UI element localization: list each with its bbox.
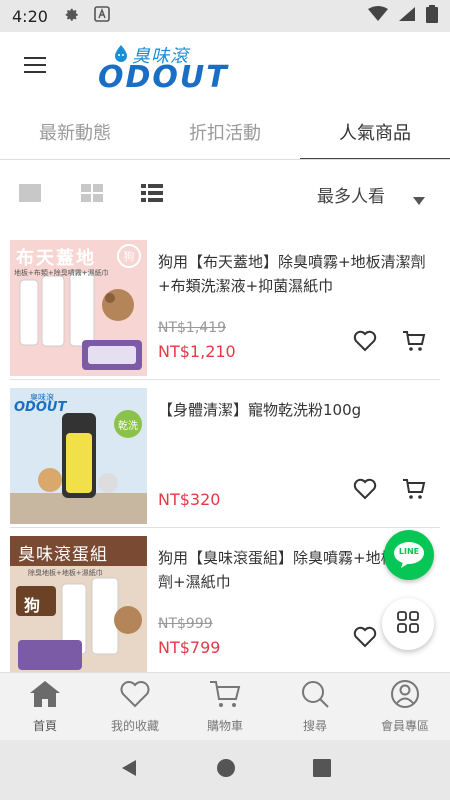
add-to-cart-button[interactable] bbox=[399, 476, 429, 506]
hamburger-icon bbox=[24, 56, 46, 78]
brand-logo[interactable]: 臭味滾 ODOUT bbox=[98, 42, 243, 95]
single-view-icon bbox=[19, 184, 41, 206]
nav-search[interactable]: 搜尋 bbox=[270, 673, 360, 740]
product-thumb-title: 臭味滾蛋組 bbox=[18, 545, 108, 565]
home-circle-icon[interactable] bbox=[216, 758, 236, 782]
user-icon bbox=[388, 679, 422, 713]
heart-icon bbox=[118, 679, 152, 713]
cart-icon bbox=[402, 330, 426, 356]
battery-icon bbox=[426, 5, 438, 27]
product-list: 布天蓋地 狗 地板+布類+除臭噴霧+濕紙巾 狗用【布天蓋地】除臭噴霧+地板清潔劑… bbox=[0, 232, 450, 672]
product-original-price: NT$1,419 bbox=[158, 320, 227, 336]
product-thumb-title: 布天蓋地 bbox=[16, 248, 96, 269]
product-thumb-subtitle: 除臭地板+地板+濕紙巾 bbox=[28, 569, 103, 577]
product-item[interactable]: 臭味滾蛋組 除臭地板+地板+濕紙巾 狗 狗用【臭味滾蛋組】除臭噴霧+地板清潔劑+… bbox=[0, 528, 450, 672]
list-view-button[interactable] bbox=[132, 175, 172, 215]
product-title[interactable]: 【身體清潔】寵物乾洗粉100g bbox=[158, 398, 433, 422]
nav-home[interactable]: 首頁 bbox=[0, 673, 90, 740]
product-thumb-logo-en: ODOUT bbox=[14, 400, 67, 415]
view-toolbar: 最多人看 bbox=[0, 172, 450, 218]
grid-view-icon bbox=[81, 184, 103, 206]
nav-cart-label: 購物車 bbox=[206, 719, 243, 733]
favorite-button[interactable] bbox=[350, 328, 380, 358]
nav-favorites-label: 我的收藏 bbox=[110, 719, 159, 733]
status-bar: 4:20 bbox=[0, 0, 450, 32]
settings-icon bbox=[62, 5, 80, 27]
nav-favorites[interactable]: 我的收藏 bbox=[90, 673, 180, 740]
nav-home-label: 首頁 bbox=[32, 719, 57, 733]
product-original-price: NT$999 bbox=[158, 616, 213, 632]
line-label: LINE bbox=[398, 547, 420, 556]
sort-dropdown[interactable]: 最多人看 bbox=[317, 182, 385, 207]
product-image[interactable]: 布天蓋地 狗 地板+布類+除臭噴霧+濕紙巾 bbox=[10, 240, 147, 376]
grid-icon bbox=[397, 611, 419, 637]
recents-icon[interactable] bbox=[313, 759, 332, 781]
cart-icon bbox=[208, 679, 242, 713]
heart-icon bbox=[353, 330, 377, 356]
favorite-button[interactable] bbox=[350, 476, 380, 506]
product-image[interactable]: 臭味滾 ODOUT 乾洗 bbox=[10, 388, 147, 524]
line-chat-button[interactable]: LINE bbox=[384, 530, 434, 580]
nav-search-label: 搜尋 bbox=[302, 719, 327, 733]
favorite-button[interactable] bbox=[350, 624, 380, 654]
tab-popular-products[interactable]: 人氣商品 bbox=[300, 104, 450, 160]
wifi-icon bbox=[368, 6, 388, 26]
status-icons bbox=[368, 5, 438, 27]
tabs-divider bbox=[0, 159, 450, 160]
product-thumb-badge: 乾洗 bbox=[114, 410, 142, 438]
product-title[interactable]: 狗用【布天蓋地】除臭噴霧+地板清潔劑+布類洗潔液+抑菌濕紙巾 bbox=[158, 250, 433, 298]
nav-cart[interactable]: 購物車 bbox=[180, 673, 270, 740]
grid-view-button[interactable] bbox=[72, 175, 112, 215]
back-icon[interactable] bbox=[119, 758, 139, 782]
cart-icon bbox=[402, 478, 426, 504]
caret-down-icon[interactable] bbox=[413, 190, 425, 209]
product-thumb-badge: 狗 bbox=[24, 596, 41, 615]
product-thumb-badge: 狗 bbox=[117, 244, 141, 268]
nav-member-label: 會員專區 bbox=[380, 719, 429, 733]
product-price: NT$799 bbox=[158, 638, 221, 657]
product-price: NT$320 bbox=[158, 490, 221, 509]
line-icon: LINE bbox=[393, 541, 425, 569]
search-icon bbox=[298, 679, 332, 713]
product-image[interactable]: 臭味滾蛋組 除臭地板+地板+濕紙巾 狗 bbox=[10, 536, 147, 672]
category-tabs: 最新動態 折扣活動 人氣商品 bbox=[0, 104, 450, 160]
logo-english: ODOUT bbox=[98, 60, 229, 95]
home-icon bbox=[28, 679, 62, 713]
system-navigation-bar bbox=[0, 740, 450, 800]
list-view-icon bbox=[141, 184, 163, 206]
product-price: NT$1,210 bbox=[158, 342, 236, 361]
product-item[interactable]: 布天蓋地 狗 地板+布類+除臭噴霧+濕紙巾 狗用【布天蓋地】除臭噴霧+地板清潔劑… bbox=[0, 232, 450, 380]
add-to-cart-button[interactable] bbox=[399, 328, 429, 358]
product-thumb-subtitle: 地板+布類+除臭噴霧+濕紙巾 bbox=[14, 269, 109, 277]
status-time: 4:20 bbox=[12, 6, 48, 26]
product-item[interactable]: 臭味滾 ODOUT 乾洗 【身體清潔】寵物乾洗粉100g NT$320 bbox=[0, 380, 450, 528]
category-grid-button[interactable] bbox=[382, 598, 434, 650]
single-view-button[interactable] bbox=[10, 175, 50, 215]
heart-icon bbox=[353, 626, 377, 652]
app-header: 臭味滾 ODOUT bbox=[0, 32, 450, 102]
tab-discounts[interactable]: 折扣活動 bbox=[150, 104, 300, 160]
notification-icon bbox=[94, 6, 110, 26]
menu-button[interactable] bbox=[0, 32, 70, 102]
nav-member[interactable]: 會員專區 bbox=[360, 673, 450, 740]
signal-icon bbox=[398, 6, 416, 26]
bottom-navigation: 首頁 我的收藏 購物車 搜尋 會員專區 bbox=[0, 672, 450, 740]
heart-icon bbox=[353, 478, 377, 504]
tab-latest-news[interactable]: 最新動態 bbox=[0, 104, 150, 160]
